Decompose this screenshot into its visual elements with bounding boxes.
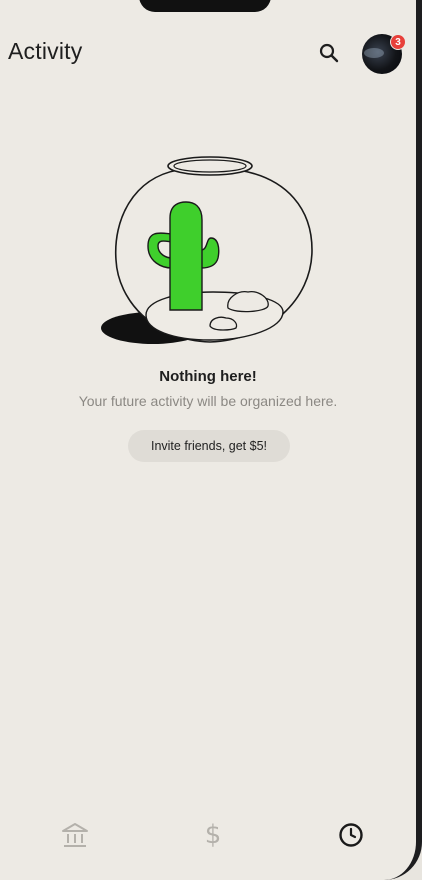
header: Activity 3 <box>0 28 416 78</box>
phone-screen: Activity 3 Nothing here! Your future act <box>0 0 422 880</box>
dollar-icon: $ <box>204 820 222 850</box>
search-icon <box>319 43 339 63</box>
cactus-trunk <box>169 201 203 311</box>
tab-cash[interactable]: $ <box>198 820 228 850</box>
bank-icon <box>62 823 88 847</box>
tab-activity[interactable] <box>336 820 366 850</box>
notification-badge: 3 <box>390 34 406 50</box>
rock-large <box>227 291 269 313</box>
search-button[interactable] <box>316 40 342 66</box>
page-title: Activity <box>8 38 83 64</box>
rock-small <box>209 316 238 331</box>
invite-friends-button[interactable]: Invite friends, get $5! <box>128 430 290 462</box>
clock-icon <box>339 823 363 847</box>
avatar-highlight <box>364 48 384 58</box>
cactus-fishbowl-illustration <box>101 156 313 344</box>
empty-state-subtitle: Your future activity will be organized h… <box>78 393 338 409</box>
empty-state-title: Nothing here! <box>159 368 257 385</box>
tab-banking[interactable] <box>60 820 90 850</box>
camera-notch <box>139 0 271 12</box>
bottom-tab-bar: $ <box>0 810 416 860</box>
